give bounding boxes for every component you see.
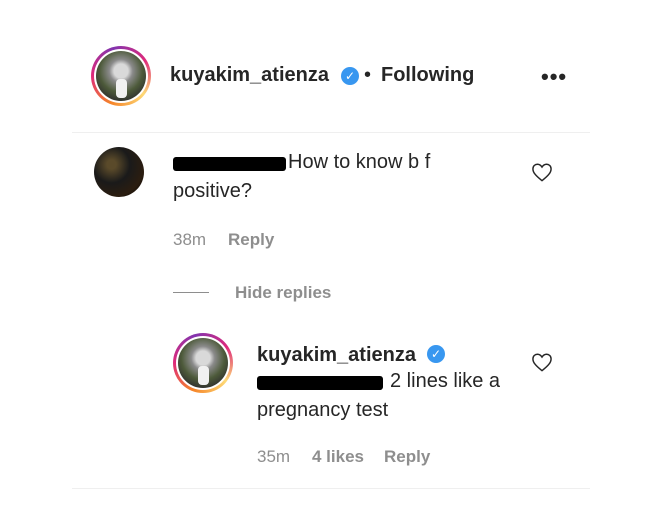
hide-replies-button[interactable]: Hide replies xyxy=(235,283,331,303)
reply-text-line1: 2 lines like a xyxy=(390,370,501,392)
comment-timestamp: 38m xyxy=(173,230,207,249)
verified-badge-icon: ✓ xyxy=(341,67,359,85)
commenter-username-redacted[interactable] xyxy=(173,157,286,171)
header-divider xyxy=(72,132,590,133)
reply-author-avatar[interactable] xyxy=(173,333,233,393)
post-author-avatar[interactable] xyxy=(91,46,151,106)
more-options-icon[interactable]: ••• xyxy=(541,64,567,90)
mentioned-username-redacted[interactable] xyxy=(257,376,383,390)
comment-reply-button[interactable]: Reply xyxy=(228,230,274,250)
hide-replies-line xyxy=(173,292,209,293)
verified-badge-icon: ✓ xyxy=(427,345,445,363)
reply-timestamp: 35m xyxy=(257,447,291,466)
reply-text-line2: pregnancy test xyxy=(257,399,389,421)
comment-text-line1: How to know b f xyxy=(288,151,431,173)
comment-text-line2: positive? xyxy=(173,180,252,202)
reply-author-username[interactable]: kuyakim_atienza xyxy=(257,344,416,367)
reply-reply-button[interactable]: Reply xyxy=(384,447,430,467)
following-button[interactable]: Following xyxy=(381,64,474,87)
reply-likes-count[interactable]: 4 likes xyxy=(312,447,364,467)
footer-divider xyxy=(72,488,590,489)
commenter-avatar[interactable] xyxy=(94,147,144,197)
post-author-username[interactable]: kuyakim_atienza xyxy=(170,64,329,87)
reply-like-heart-icon[interactable] xyxy=(531,352,553,372)
comment-like-heart-icon[interactable] xyxy=(531,162,553,182)
separator-dot: • xyxy=(364,64,372,86)
